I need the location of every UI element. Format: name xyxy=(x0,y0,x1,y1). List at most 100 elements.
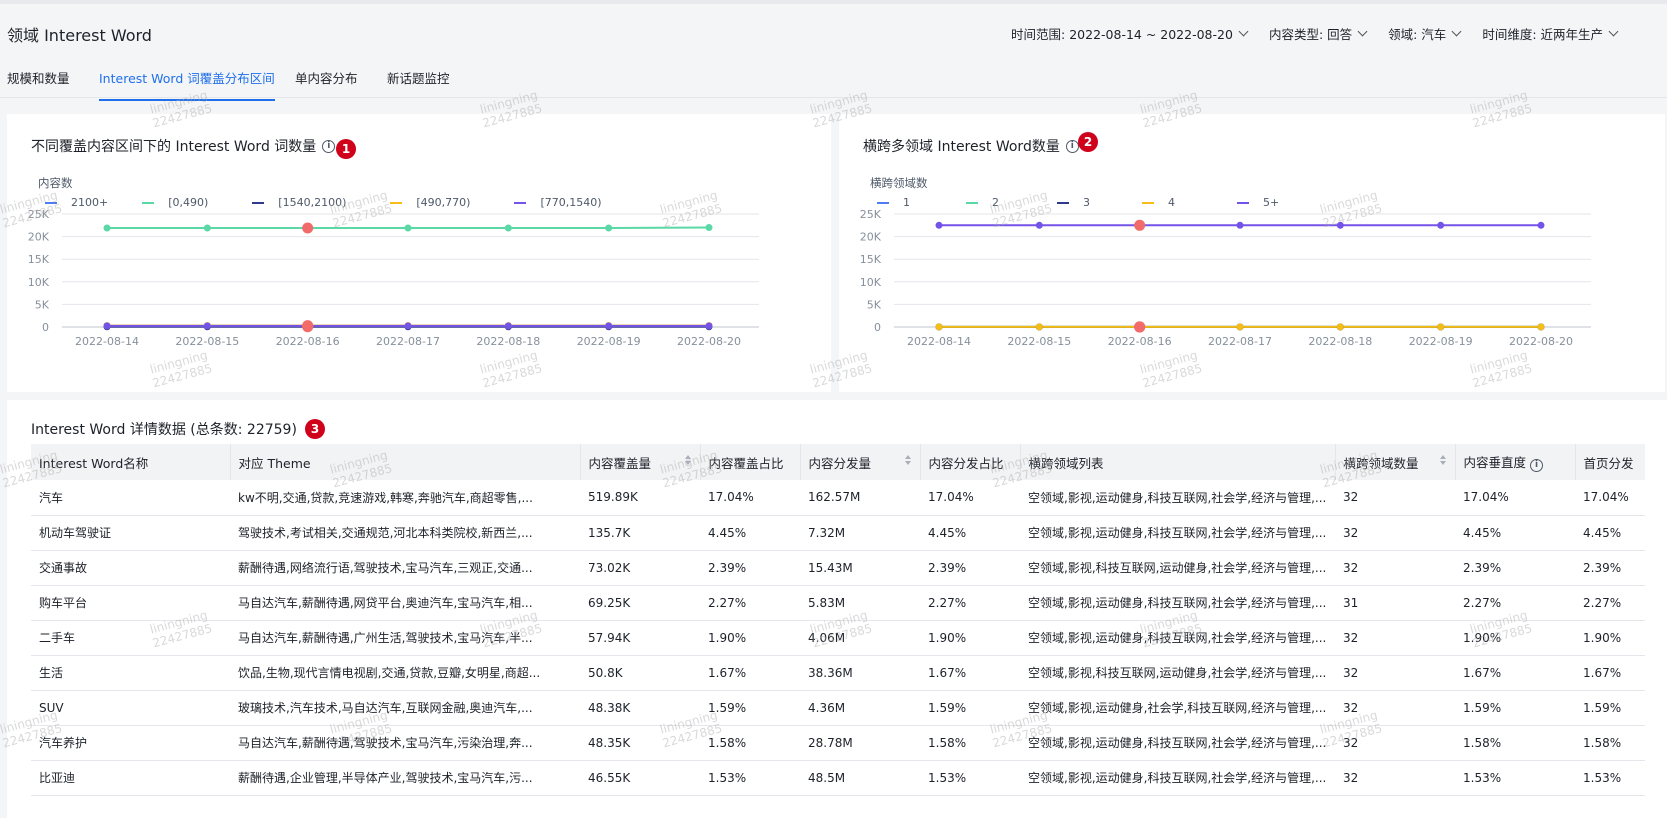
table-cell: 32 xyxy=(1335,655,1455,691)
table-cell: 48.35K xyxy=(580,725,700,761)
tab-scale-and-count[interactable]: 规模和数量 xyxy=(7,68,70,99)
data-point xyxy=(504,322,512,330)
table-cell: 空领域,影视,运动健身,科技互联网,社会学,经济与管理,... xyxy=(1020,480,1335,516)
table-cell: 50.8K xyxy=(580,655,700,691)
column-header[interactable]: 内容覆盖量 xyxy=(580,444,701,480)
table-cell: 1.67% xyxy=(1455,655,1575,691)
line-chart: 0 5K 10K 15K 20K 25K 2022-08-14 2022-08-15 2022-… xyxy=(860,208,1591,348)
column-header[interactable]: 横跨领域数量 xyxy=(1335,444,1456,480)
detail-table-panel: Interest Word 详情数据 (总条数: 22759) 3 Intere… xyxy=(7,400,1667,818)
y-tick-label: 25K xyxy=(860,208,882,221)
filter-time-dimension[interactable]: 时间维度: 近两年生产 xyxy=(1482,24,1619,43)
column-header-label: 内容分发占比 xyxy=(928,455,1004,471)
chevron-down-icon xyxy=(1238,26,1249,37)
table-row[interactable]: 二手车 马自达汽车,薪酬待遇,广州生活,驾驶技术,宝马汽车,半... 57.94K 1… xyxy=(31,620,1645,656)
sort-icon[interactable] xyxy=(1439,454,1447,466)
table-cell: 1.58% xyxy=(700,725,800,761)
y-tick-label: 10K xyxy=(860,276,882,289)
highlight-point xyxy=(1134,321,1146,333)
table-cell: 2.39% xyxy=(1455,550,1575,586)
table-cell: 交通事故 xyxy=(31,550,230,586)
tab-new-topic-monitor[interactable]: 新话题监控 xyxy=(387,68,450,99)
table-cell: 4.45% xyxy=(920,515,1020,551)
table-cell: 1.67% xyxy=(1575,655,1645,691)
table-cell: 1.53% xyxy=(920,760,1020,796)
table-row[interactable]: 比亚迪 薪酬待遇,企业管理,半导体产业,驾驶技术,宝马汽车,污... 46.55K 1… xyxy=(31,760,1645,796)
table-cell: 17.04% xyxy=(1575,480,1645,516)
table-cell: 519.89K xyxy=(580,480,700,516)
table-cell: 17.04% xyxy=(920,480,1020,516)
table-cell: 空领域,影视,运动健身,科技互联网,社会学,经济与管理,... xyxy=(1020,620,1335,656)
table-cell: 48.5M xyxy=(800,760,920,796)
table-cell: 2.27% xyxy=(1575,585,1645,621)
table-cell: 32 xyxy=(1335,515,1455,551)
annotation-badge: 3 xyxy=(305,419,325,439)
column-header-label: 内容覆盖占比 xyxy=(708,455,784,471)
data-point xyxy=(1437,323,1445,331)
table-row[interactable]: 机动车驾驶证 驾驶技术,考试相关,交通规范,河北本科类院校,新西兰,... 135.… xyxy=(31,515,1645,551)
table-cell: 马自达汽车,薪酬待遇,广州生活,驾驶技术,宝马汽车,半... xyxy=(230,620,580,656)
y-tick-label: 25K xyxy=(28,208,50,221)
table-cell: 机动车驾驶证 xyxy=(31,515,230,551)
highlight-point xyxy=(1134,219,1146,231)
table-cell: 1.58% xyxy=(920,725,1020,761)
table-row[interactable]: SUV 玻璃技术,汽车技术,马自达汽车,互联网金融,奥迪汽车,... 48.38K 1… xyxy=(31,690,1645,726)
table-cell: 73.02K xyxy=(580,550,700,586)
table-cell: 31 xyxy=(1335,585,1455,621)
table-cell: 4.45% xyxy=(1575,515,1645,551)
data-point xyxy=(1336,221,1344,229)
table-row[interactable]: 购车平台 马自达汽车,薪酬待遇,网贷平台,奥迪汽车,宝马汽车,相... 69.25K… xyxy=(31,585,1645,621)
data-point xyxy=(1035,323,1043,331)
info-icon[interactable]: i xyxy=(1530,458,1544,472)
x-tick-label: 2022-08-14 xyxy=(907,335,971,348)
table-body: 汽车 kw不明,交通,贷款,竞速游戏,韩寒,奔驰汽车,商超零售,... 519.89… xyxy=(31,480,1645,796)
table-cell: 32 xyxy=(1335,690,1455,726)
table-cell: 5.83M xyxy=(800,585,920,621)
data-point xyxy=(404,224,412,232)
filter-content-type[interactable]: 内容类型: 回答 xyxy=(1269,24,1368,43)
x-tick-label: 2022-08-15 xyxy=(175,335,239,348)
column-header[interactable]: 内容分发量 xyxy=(800,444,921,480)
table-title: Interest Word 详情数据 (总条数: 22759) xyxy=(31,422,297,438)
page-header: 领域 Interest Word 时间范围: 2022-08-14 ~ 2022… xyxy=(0,4,1667,60)
table-cell: 4.45% xyxy=(700,515,800,551)
x-tick-label: 2022-08-17 xyxy=(1208,335,1272,348)
table-cell: 17.04% xyxy=(1455,480,1575,516)
data-point xyxy=(203,224,211,232)
table-cell: 汽车养护 xyxy=(31,725,230,761)
tab-interest-word-coverage[interactable]: Interest Word 词覆盖分布区间 xyxy=(99,68,275,101)
table-cell: 38.36M xyxy=(800,655,920,691)
table-row[interactable]: 汽车养护 马自达汽车,薪酬待遇,驾驶技术,宝马汽车,污染治理,奔... 48.35K… xyxy=(31,725,1645,761)
sort-icon[interactable] xyxy=(684,454,692,466)
column-header: 内容分发占比 xyxy=(920,444,1021,480)
table-scroll-container[interactable]: Interest Word名称 对应 Theme 内容覆盖量 内容覆盖占比 内容分发量 内… xyxy=(31,444,1645,818)
table-cell: 玻璃技术,汽车技术,马自达汽车,互联网金融,奥迪汽车,... xyxy=(230,690,580,726)
x-tick-label: 2022-08-16 xyxy=(1108,335,1172,348)
detail-table: Interest Word名称 对应 Theme 内容覆盖量 内容覆盖占比 内容分发量 内… xyxy=(31,444,1645,796)
table-row[interactable]: 交通事故 薪酬待遇,网络流行语,驾驶技术,宝马汽车,三观正,交通... 73.02K… xyxy=(31,550,1645,586)
table-cell: 空领域,影视,运动健身,科技互联网,社会学,经济与管理,... xyxy=(1020,760,1335,796)
column-header-label: 内容覆盖量 xyxy=(588,455,652,471)
filter-domain[interactable]: 领域: 汽车 xyxy=(1388,24,1462,43)
filter-bar: 时间范围: 2022-08-14 ~ 2022-08-20 内容类型: 回答 领… xyxy=(1011,24,1619,43)
table-cell: 空领域,影视,运动健身,科技互联网,社会学,经济与管理,... xyxy=(1020,585,1335,621)
column-header: 首页分发 xyxy=(1575,444,1645,480)
table-cell: 2.27% xyxy=(1455,585,1575,621)
x-tick-label: 2022-08-16 xyxy=(276,335,340,348)
filter-time-range[interactable]: 时间范围: 2022-08-14 ~ 2022-08-20 xyxy=(1011,24,1249,43)
x-tick-label: 2022-08-20 xyxy=(677,335,741,348)
sort-icon[interactable] xyxy=(904,454,912,466)
table-cell: 比亚迪 xyxy=(31,760,230,796)
table-cell: 15.43M xyxy=(800,550,920,586)
data-point xyxy=(935,221,943,229)
table-cell: 二手车 xyxy=(31,620,230,656)
table-cell: 1.58% xyxy=(1575,725,1645,761)
table-cell: 空领域,影视,运动健身,科技互联网,社会学,经济与管理,... xyxy=(1020,725,1335,761)
table-row[interactable]: 生活 饮品,生物,现代言情电视剧,交通,贷款,豆瓣,女明星,商超... 50.8K 1… xyxy=(31,655,1645,691)
table-cell: 32 xyxy=(1335,760,1455,796)
table-cell: 2.27% xyxy=(920,585,1020,621)
table-row[interactable]: 汽车 kw不明,交通,贷款,竞速游戏,韩寒,奔驰汽车,商超零售,... 519.89… xyxy=(31,480,1645,516)
column-header: 内容垂直度 i xyxy=(1455,444,1576,480)
table-cell: 饮品,生物,现代言情电视剧,交通,贷款,豆瓣,女明星,商超... xyxy=(230,655,580,691)
tab-single-content-distribution[interactable]: 单内容分布 xyxy=(295,68,358,99)
